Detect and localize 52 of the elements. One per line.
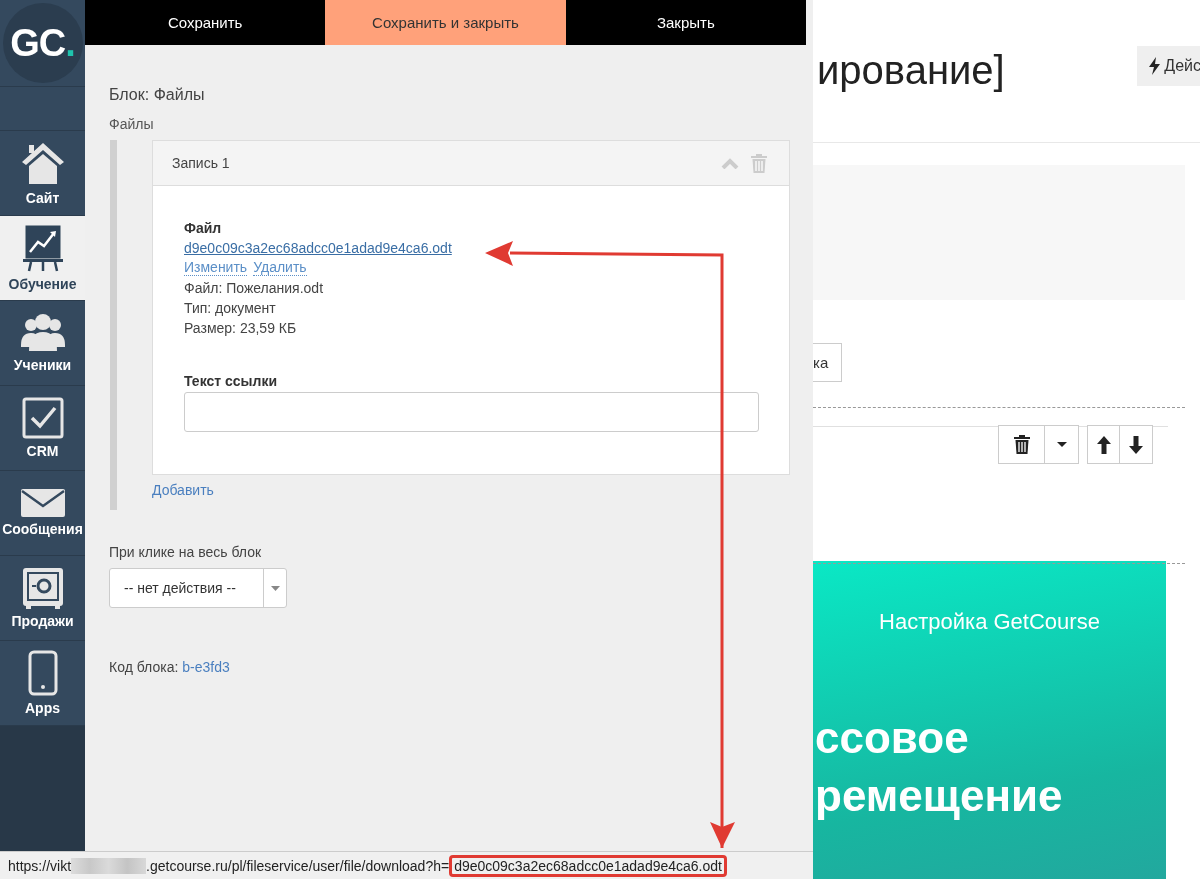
file-label: Файл	[184, 220, 223, 236]
phone-icon	[27, 650, 58, 696]
page-title: ирование]	[817, 47, 1005, 93]
chart-easel-icon	[22, 224, 63, 272]
url-text: https://vikt	[8, 857, 72, 874]
action-button[interactable]: Закрыть	[565, 0, 806, 45]
trash-icon[interactable]	[1013, 435, 1030, 454]
caret-icon	[1056, 442, 1067, 447]
lightning-icon	[1149, 57, 1161, 75]
file-action-link[interactable]: Удалить	[253, 259, 307, 276]
file-info: Файл: Пожелания.odt	[184, 280, 324, 296]
partial-button[interactable]: ка	[813, 343, 842, 382]
sidebar-item[interactable]: Apps	[0, 641, 85, 726]
banner-heading: ссовое	[815, 713, 970, 763]
people-icon	[19, 313, 66, 353]
sidebar-item[interactable]: Обучение	[0, 216, 85, 301]
move-down-button[interactable]	[1120, 425, 1153, 464]
sidebar-item[interactable]: Сообщения	[0, 471, 85, 556]
delete-button[interactable]	[998, 425, 1045, 464]
link-text-label: Текст ссылки	[184, 373, 279, 389]
block-title: Блок: Файлы	[109, 86, 206, 104]
file-info: Размер: 23,59 КБ	[184, 320, 298, 336]
url-text: .getcourse.ru/pl/fileservice/user/file/download?h=	[146, 857, 450, 874]
record-title: Запись 1	[172, 155, 231, 171]
sidebar-item[interactable]: Ученики	[0, 301, 85, 386]
safe-icon	[21, 567, 64, 609]
sidebar-item[interactable]: CRM	[0, 386, 85, 471]
banner-subtitle: Настройка GetCourse	[878, 609, 1101, 635]
envelope-icon	[20, 489, 65, 517]
move-up-button[interactable]	[1087, 425, 1120, 464]
file-action-link[interactable]: Изменить	[184, 259, 248, 276]
field-label: Файлы	[109, 116, 155, 132]
actions-button[interactable]: Дейс	[1137, 46, 1200, 86]
caret-icon	[270, 585, 280, 591]
arrow-down-icon	[1129, 435, 1143, 454]
file-info: Тип: документ	[184, 300, 277, 316]
logo[interactable]: GC.	[2, 3, 83, 83]
checkbox-icon	[21, 397, 64, 439]
click-action-label: При клике на весь блок	[109, 544, 263, 560]
banner-heading: ремещение	[815, 771, 1064, 821]
file-link[interactable]: d9e0c09c3a2ec68adcc0e1adad9e4ca6.odt	[184, 240, 452, 256]
link-text-field[interactable]	[184, 392, 759, 432]
click-action-select[interactable]: -- нет действия --	[109, 568, 287, 608]
action-button[interactable]: Сохранить	[85, 0, 326, 45]
add-link[interactable]: Добавить	[152, 482, 214, 498]
save-close-button[interactable]: Сохранить и закрыть	[325, 0, 566, 45]
block-code-link[interactable]: b-e3fd3	[182, 659, 230, 675]
block-code-label: Код блока:	[109, 659, 179, 675]
highlighted-url-part: d9e0c09c3a2ec68adcc0e1adad9e4ca6.odt	[449, 854, 727, 877]
sidebar-item[interactable]: Сайт	[0, 131, 85, 216]
sidebar-item[interactable]: Продажи	[0, 556, 85, 641]
arrow-up-icon	[1096, 435, 1111, 454]
